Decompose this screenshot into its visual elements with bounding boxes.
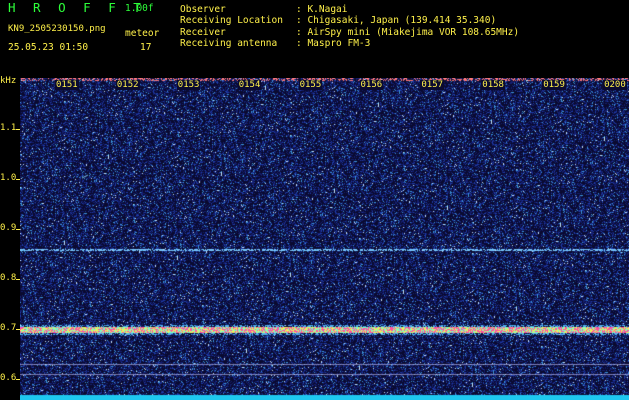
waterfall-display: 0151 0152 0153 0154 0155 0156 0157 0158 0159 0200 (20, 78, 629, 400)
time-label: 0152 (115, 80, 140, 90)
time-label: 0151 (55, 80, 79, 90)
time-label: 0156 (359, 80, 384, 90)
date-time: 25.05.23 01:50 (8, 42, 89, 53)
mode-label: meteor (125, 28, 160, 39)
time-label: 0159 (542, 80, 566, 90)
antenna-value: : Maspro FM-3 (296, 38, 371, 49)
axis-label: 0.8 (0, 273, 17, 283)
time-label: 0155 (298, 80, 323, 90)
time-label: 0153 (176, 80, 201, 90)
observer-value: : K.Nagai (296, 4, 348, 15)
axis-label: 1.1 (0, 123, 17, 133)
receiver-value: : AirSpy mini (Miakejima VOR 108.65MHz) (296, 27, 520, 38)
antenna-label: Receiving antenna (180, 38, 278, 49)
time-label: 0158 (481, 80, 505, 90)
time-label: 0200 (603, 80, 627, 90)
location-value: : Chigasaki, Japan (139.414 35.340) (296, 15, 497, 26)
meteor-count: 17 (140, 42, 152, 53)
time-label: 0154 (237, 80, 262, 90)
receiver-label: Receiver (180, 27, 226, 38)
header: H R O F F T 1.00f KN9_2505230150.png met… (0, 0, 629, 76)
axis-label: 0.7 (0, 323, 17, 333)
frequency-axis: kHz 1.1 1.0 0.9 0.8 0.7 0.6 (0, 76, 20, 400)
file-name: KN9_2505230150.png (8, 24, 106, 34)
app-version: 1.00f (125, 3, 154, 14)
axis-label: 0.6 (0, 373, 17, 383)
location-label: Receiving Location (180, 15, 283, 26)
time-label: 0157 (420, 80, 445, 90)
axis-unit: kHz (0, 76, 17, 86)
axis-label: 1.0 (0, 173, 17, 183)
waterfall-canvas (20, 78, 629, 400)
observer-label: Observer (180, 4, 226, 15)
axis-label: 0.9 (0, 223, 17, 233)
